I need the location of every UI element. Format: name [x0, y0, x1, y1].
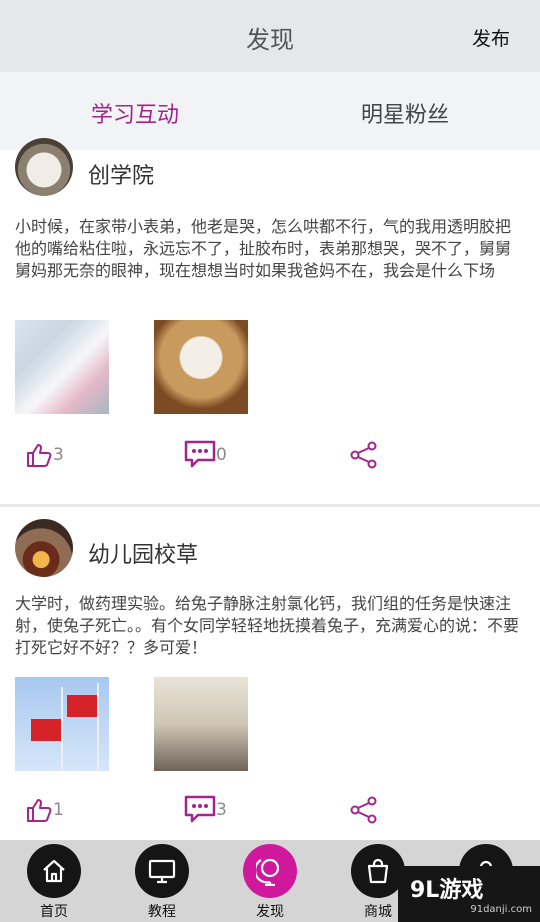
tab-bar-top: 学习互动 明星粉丝: [0, 72, 540, 220]
like-button[interactable]: 1: [25, 790, 64, 830]
tabbar-item-discover[interactable]: 发现: [216, 840, 324, 922]
comment-icon: [184, 795, 216, 825]
thumbs-up-icon: [25, 796, 53, 824]
tabbar-label: 教程: [148, 904, 176, 920]
share-icon: [349, 440, 379, 470]
tab-star-fans[interactable]: 明星粉丝: [270, 72, 540, 150]
globe-icon: [243, 844, 297, 898]
avatar[interactable]: [15, 138, 73, 196]
comment-count: 3: [216, 800, 227, 820]
comment-button[interactable]: 3: [184, 790, 227, 830]
like-count: 1: [53, 800, 64, 820]
thumbs-up-icon: [25, 441, 53, 469]
like-count: 3: [53, 445, 64, 465]
page-title: 发现: [246, 26, 294, 54]
avatar[interactable]: [15, 519, 73, 577]
post-actions: 3 0: [0, 435, 540, 475]
like-button[interactable]: 3: [25, 435, 64, 475]
comment-button[interactable]: 0: [184, 435, 227, 475]
publish-button[interactable]: 发布: [472, 24, 510, 51]
watermark-logo-text: 9L游戏: [410, 878, 484, 903]
share-icon: [349, 795, 379, 825]
tabbar-item-home[interactable]: 首页: [0, 840, 108, 922]
tabbar-label: 发现: [256, 904, 284, 920]
tabbar-label: 首页: [40, 904, 68, 920]
comment-count: 0: [216, 445, 227, 465]
monitor-icon: [135, 844, 189, 898]
post-text: 大学时，做药理实验。给兔子静脉注射氯化钙，我们组的任务是快速注射，使兔子死亡。。…: [15, 594, 520, 657]
post-actions: 1 3: [0, 790, 540, 830]
watermark-logo: 9L游戏 91danji.com: [398, 866, 540, 922]
watermark-url: 91danji.com: [470, 904, 532, 915]
post-image[interactable]: [15, 677, 109, 771]
tabbar-item-tutorial[interactable]: 教程: [108, 840, 216, 922]
share-button[interactable]: [349, 435, 379, 475]
username[interactable]: 创学院: [88, 158, 154, 190]
shopping-bag-icon: [351, 844, 405, 898]
comment-icon: [184, 440, 216, 470]
post-image[interactable]: [154, 677, 248, 771]
share-button[interactable]: [349, 790, 379, 830]
post-text: 小时候，在家带小表弟，他老是哭，怎么哄都不行，气的我用透明胶把他的嘴给粘住啦，永…: [15, 217, 512, 280]
username[interactable]: 幼儿园校草: [88, 537, 198, 569]
home-icon: [27, 844, 81, 898]
post-image[interactable]: [154, 320, 248, 414]
post-image[interactable]: [15, 320, 109, 414]
post-card: 创学院 小时候，在家带小表弟，他老是哭，怎么哄都不行，气的我用透明胶把他的嘴给粘…: [0, 138, 540, 505]
app-header: 发现 发布: [0, 0, 540, 72]
